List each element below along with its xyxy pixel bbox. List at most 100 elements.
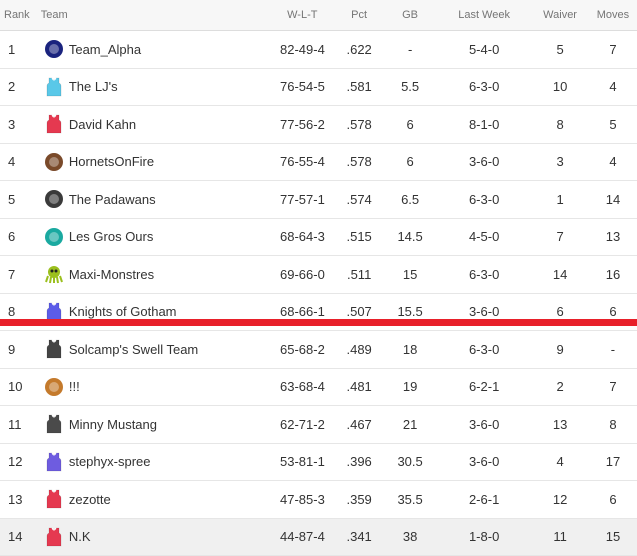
header-last-week[interactable]: Last Week: [437, 9, 531, 21]
team-logo-icon[interactable]: [43, 376, 65, 398]
header-wlt[interactable]: W-L-T: [270, 9, 335, 21]
waiver-cell: 7: [531, 229, 589, 244]
gb-cell: 6: [383, 117, 437, 132]
waiver-cell: 10: [531, 79, 589, 94]
team-name-link[interactable]: zezotte: [69, 492, 111, 507]
gb-cell: 6.5: [383, 192, 437, 207]
wlt-cell: 76-55-4: [270, 154, 335, 169]
wlt-cell: 76-54-5: [270, 79, 335, 94]
team-logo-icon[interactable]: [43, 188, 65, 210]
table-row: 6Les Gros Ours68-64-3.51514.54-5-0713: [0, 219, 637, 257]
waiver-cell: 9: [531, 342, 589, 357]
rank-cell: 8: [0, 304, 37, 319]
pct-cell: .581: [335, 79, 383, 94]
header-rank[interactable]: Rank: [0, 9, 37, 21]
team-name-link[interactable]: Maxi-Monstres: [69, 267, 154, 282]
team-cell: !!!: [37, 376, 270, 398]
table-row: 11Minny Mustang62-71-2.467213-6-0138: [0, 406, 637, 444]
jersey-icon[interactable]: [43, 488, 65, 510]
rank-cell: 7: [0, 267, 37, 282]
header-waiver[interactable]: Waiver: [531, 9, 589, 21]
moves-cell: 17: [589, 454, 637, 469]
waiver-cell: 2: [531, 379, 589, 394]
jersey-icon[interactable]: [43, 526, 65, 548]
rank-cell: 9: [0, 342, 37, 357]
table-row: 9Solcamp's Swell Team65-68-2.489186-3-09…: [0, 331, 637, 369]
pct-cell: .341: [335, 529, 383, 544]
waiver-cell: 3: [531, 154, 589, 169]
moves-cell: 7: [589, 379, 637, 394]
moves-cell: 16: [589, 267, 637, 282]
table-row: 12stephyx-spree53-81-1.39630.53-6-0417: [0, 444, 637, 482]
rank-cell: 3: [0, 117, 37, 132]
gb-cell: 6: [383, 154, 437, 169]
header-moves[interactable]: Moves: [589, 9, 637, 21]
moves-cell: 8: [589, 417, 637, 432]
team-name-link[interactable]: !!!: [69, 379, 80, 394]
team-name-link[interactable]: HornetsOnFire: [69, 154, 154, 169]
team-cell: The LJ's: [37, 76, 270, 98]
wlt-cell: 65-68-2: [270, 342, 335, 357]
header-pct[interactable]: Pct: [335, 9, 383, 21]
wlt-cell: 47-85-3: [270, 492, 335, 507]
team-name-link[interactable]: Knights of Gotham: [69, 304, 177, 319]
team-name-link[interactable]: Les Gros Ours: [69, 229, 154, 244]
team-cell: The Padawans: [37, 188, 270, 210]
team-cell: HornetsOnFire: [37, 151, 270, 173]
header-team[interactable]: Team: [37, 9, 270, 21]
pct-cell: .507: [335, 304, 383, 319]
moves-cell: 6: [589, 492, 637, 507]
team-logo-icon[interactable]: [43, 38, 65, 60]
wlt-cell: 44-87-4: [270, 529, 335, 544]
waiver-cell: 11: [531, 529, 589, 544]
gb-cell: 15.5: [383, 304, 437, 319]
moves-cell: 15: [589, 529, 637, 544]
pct-cell: .574: [335, 192, 383, 207]
pct-cell: .511: [335, 267, 383, 282]
gb-cell: 30.5: [383, 454, 437, 469]
rank-cell: 11: [0, 417, 37, 432]
jersey-icon[interactable]: [43, 413, 65, 435]
gb-cell: 15: [383, 267, 437, 282]
wlt-cell: 68-66-1: [270, 304, 335, 319]
last-week-cell: 3-6-0: [437, 304, 531, 319]
last-week-cell: 2-6-1: [437, 492, 531, 507]
team-name-link[interactable]: The Padawans: [69, 192, 156, 207]
team-name-link[interactable]: Minny Mustang: [69, 417, 157, 432]
team-cell: David Kahn: [37, 113, 270, 135]
jersey-icon[interactable]: [43, 113, 65, 135]
rank-cell: 12: [0, 454, 37, 469]
last-week-cell: 6-3-0: [437, 79, 531, 94]
monster-icon[interactable]: [43, 263, 65, 285]
jersey-icon[interactable]: [43, 338, 65, 360]
team-cell: Maxi-Monstres: [37, 263, 270, 285]
moves-cell: 4: [589, 154, 637, 169]
pct-cell: .578: [335, 117, 383, 132]
team-name-link[interactable]: N.K: [69, 529, 91, 544]
wlt-cell: 69-66-0: [270, 267, 335, 282]
waiver-cell: 8: [531, 117, 589, 132]
team-logo-icon[interactable]: [43, 226, 65, 248]
header-gb[interactable]: GB: [383, 9, 437, 21]
team-cell: Team_Alpha: [37, 38, 270, 60]
table-row: 14N.K44-87-4.341381-8-01115: [0, 519, 637, 556]
rank-cell: 10: [0, 379, 37, 394]
waiver-cell: 14: [531, 267, 589, 282]
waiver-cell: 6: [531, 304, 589, 319]
last-week-cell: 6-3-0: [437, 192, 531, 207]
team-name-link[interactable]: Solcamp's Swell Team: [69, 342, 198, 357]
team-name-link[interactable]: The LJ's: [69, 79, 118, 94]
team-name-link[interactable]: stephyx-spree: [69, 454, 151, 469]
pct-cell: .467: [335, 417, 383, 432]
jersey-icon[interactable]: [43, 451, 65, 473]
standings-table: Rank Team W-L-T Pct GB Last Week Waiver …: [0, 0, 637, 556]
team-logo-icon[interactable]: [43, 151, 65, 173]
moves-cell: -: [589, 342, 637, 357]
team-name-link[interactable]: David Kahn: [69, 117, 136, 132]
moves-cell: 6: [589, 304, 637, 319]
table-row: 1Team_Alpha82-49-4.622-5-4-057: [0, 31, 637, 69]
gb-cell: 19: [383, 379, 437, 394]
team-name-link[interactable]: Team_Alpha: [69, 42, 141, 57]
jersey-icon[interactable]: [43, 76, 65, 98]
pct-cell: .396: [335, 454, 383, 469]
